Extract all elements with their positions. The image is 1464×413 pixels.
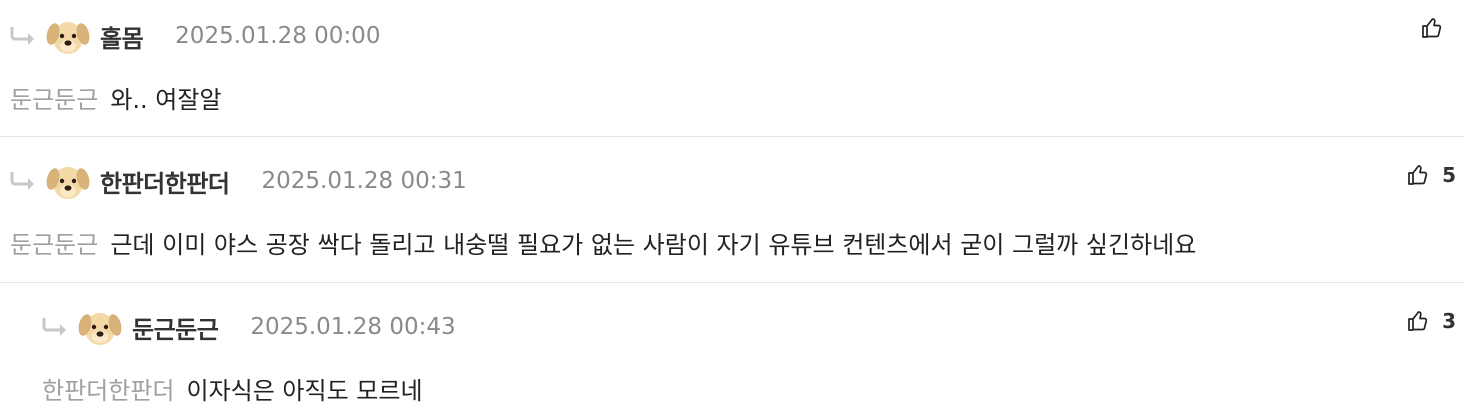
- comment-mention[interactable]: 둔근둔근: [10, 231, 98, 259]
- comment-nickname[interactable]: 홀몸: [100, 19, 144, 54]
- like-button[interactable]: [1420, 16, 1456, 40]
- comment-header: 둔근둔근 2025.01.28 00:43: [40, 303, 456, 351]
- like-count: 5: [1442, 163, 1456, 187]
- comment-date: 2025.01.28 00:00: [175, 23, 381, 49]
- like-button[interactable]: 3: [1406, 309, 1456, 333]
- comment-nickname[interactable]: 둔근둔근: [132, 310, 219, 345]
- reply-arrow-icon: [40, 316, 70, 338]
- comment-item: 홀몸 2025.01.28 00:00 둔근둔근 와.. 여잘알: [0, 0, 1464, 137]
- thumbs-up-icon: [1420, 16, 1444, 40]
- comment-item: 한판더한판더 2025.01.28 00:31 5 둔근둔근 근데 이미 야스 공…: [0, 137, 1464, 283]
- puppy-avatar-icon[interactable]: [76, 303, 124, 351]
- comment-body: 둔근둔근 와.. 여잘알: [10, 80, 222, 115]
- comment-text: 와.. 여잘알: [110, 86, 222, 114]
- comment-mention[interactable]: 둔근둔근: [10, 86, 98, 114]
- reply-arrow-icon: [8, 25, 38, 47]
- comment-body: 둔근둔근 근데 이미 야스 공장 싹다 돌리고 내숭떨 필요가 없는 사람이 자기…: [10, 225, 1196, 260]
- comment-mention[interactable]: 한판더한판더: [42, 377, 174, 405]
- puppy-avatar-icon[interactable]: [44, 12, 92, 60]
- thumbs-up-icon: [1406, 309, 1430, 333]
- comment-text: 근데 이미 야스 공장 싹다 돌리고 내숭떨 필요가 없는 사람이 자기 유튜브…: [110, 231, 1197, 259]
- comment-text: 이자식은 아직도 모르네: [186, 377, 423, 405]
- comment-item: 둔근둔근 2025.01.28 00:43 3 한판더한판더 이자식은 아직도 모…: [0, 283, 1464, 413]
- comment-nickname[interactable]: 한판더한판더: [100, 164, 230, 199]
- comment-body: 한판더한판더 이자식은 아직도 모르네: [42, 371, 423, 406]
- comment-header: 한판더한판더 2025.01.28 00:31: [8, 157, 467, 205]
- comment-header: 홀몸 2025.01.28 00:00: [8, 12, 380, 60]
- like-button[interactable]: 5: [1406, 163, 1456, 187]
- like-count: 3: [1442, 309, 1456, 333]
- reply-arrow-icon: [8, 170, 38, 192]
- puppy-avatar-icon[interactable]: [44, 157, 92, 205]
- thumbs-up-icon: [1406, 163, 1430, 187]
- comment-date: 2025.01.28 00:31: [261, 168, 467, 194]
- comment-date: 2025.01.28 00:43: [250, 314, 456, 340]
